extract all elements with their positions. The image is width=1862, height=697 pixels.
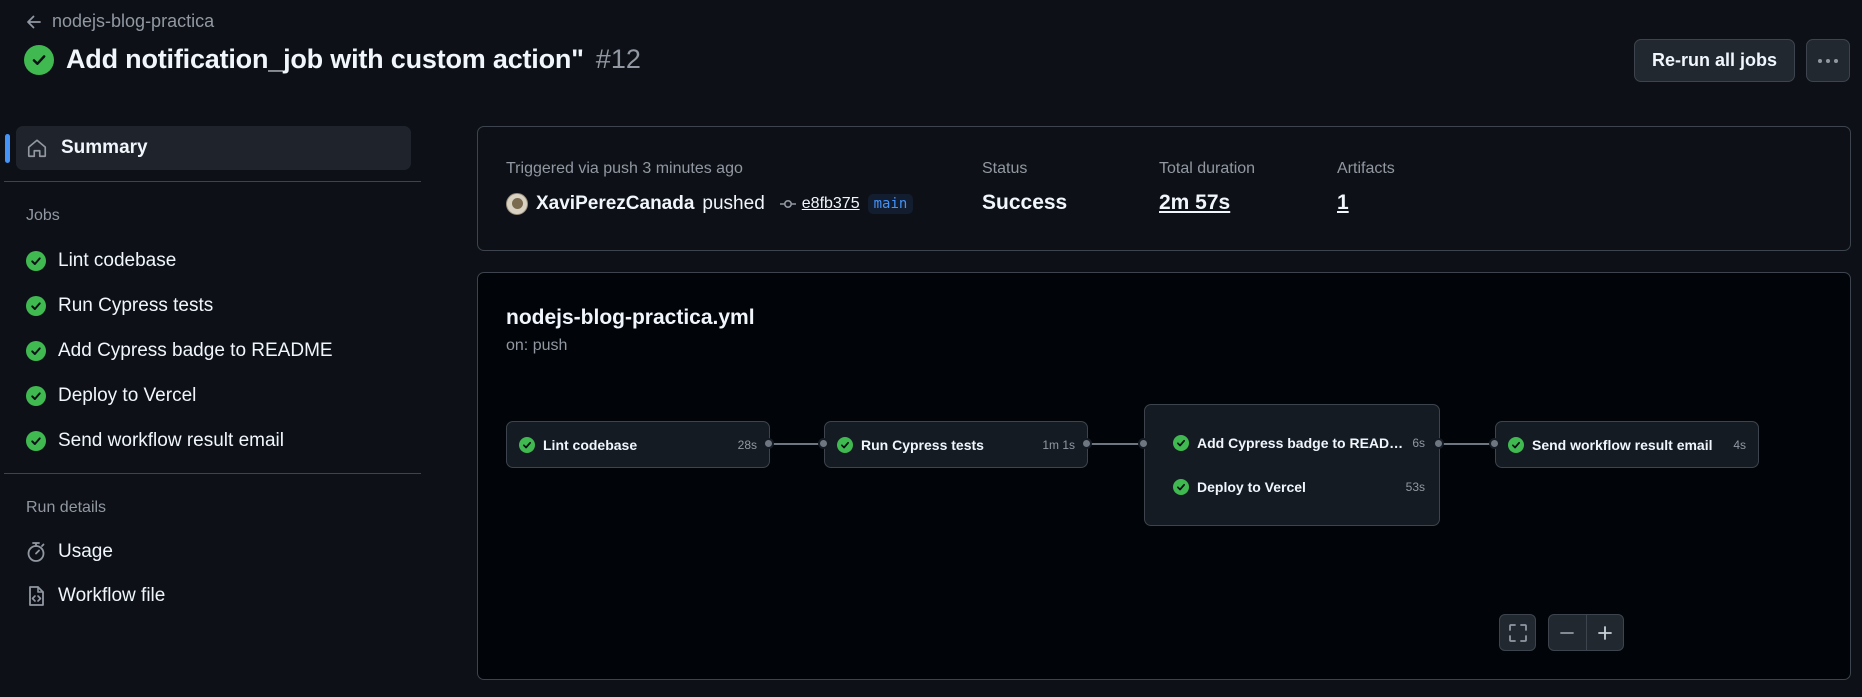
connector-dot	[1138, 438, 1149, 449]
workflow-name: nodejs-blog-practica.yml	[506, 306, 755, 329]
branch-badge[interactable]: main	[867, 194, 914, 214]
graph-job-duration: 28s	[737, 437, 757, 452]
actor-name[interactable]: XaviPerezCanada	[536, 193, 694, 215]
sidebar-job-email[interactable]: Send workflow result email	[26, 426, 284, 456]
active-indicator	[5, 134, 10, 163]
sidebar-job-label: Deploy to Vercel	[58, 385, 197, 406]
sidebar-job-cypress[interactable]: Run Cypress tests	[26, 291, 213, 321]
run-title: Add notification_job with custom action"	[66, 44, 584, 74]
sidebar-job-badge[interactable]: Add Cypress badge to README	[26, 336, 333, 366]
check-circle-icon	[1173, 435, 1189, 451]
file-code-icon	[26, 585, 46, 607]
sidebar-item-label: Workflow file	[58, 585, 166, 606]
graph-job-duration: 1m 1s	[1042, 437, 1075, 452]
status-label: Status	[982, 160, 1028, 177]
sidebar-item-summary[interactable]: Summary	[16, 126, 411, 170]
back-link[interactable]: nodejs-blog-practica	[26, 11, 214, 32]
avatar[interactable]	[506, 193, 528, 215]
graph-job-label: Deploy to Vercel	[1197, 479, 1306, 495]
jobs-heading: Jobs	[26, 207, 60, 224]
workflow-graph-card: nodejs-blog-practica.yml on: push Lint c…	[477, 272, 1851, 680]
sidebar-job-lint[interactable]: Lint codebase	[26, 246, 176, 276]
check-circle-icon	[1173, 479, 1189, 495]
back-link-label: nodejs-blog-practica	[52, 11, 215, 31]
graph-job-label: Run Cypress tests	[861, 436, 984, 453]
duration-label: Total duration	[1159, 160, 1256, 177]
zoom-out-button[interactable]	[1549, 615, 1586, 650]
plus-icon	[1597, 625, 1613, 641]
zoom-controls	[1548, 614, 1624, 651]
check-circle-icon	[1508, 436, 1524, 453]
graph-job-duration: 4s	[1733, 437, 1746, 452]
graph-job-duration: 53s	[1405, 480, 1425, 494]
connector-dot	[1081, 438, 1092, 449]
connector-dot	[1433, 438, 1444, 449]
check-circle-icon	[26, 341, 46, 361]
commit-sha: e8fb375	[801, 195, 860, 212]
sidebar-job-deploy[interactable]: Deploy to Vercel	[26, 381, 196, 411]
graph-job-email[interactable]: Send workflow result email 4s	[1495, 421, 1759, 468]
graph-job-group: Add Cypress badge to README 6s Deploy to…	[1144, 404, 1440, 526]
action-text: pushed	[702, 193, 765, 214]
graph-job-deploy[interactable]: Deploy to Vercel 53s	[1173, 479, 1425, 495]
kebab-horizontal-icon	[1817, 58, 1839, 64]
check-circle-icon	[26, 251, 46, 271]
graph-job-label: Send workflow result email	[1532, 436, 1713, 453]
sidebar-item-workflow-file[interactable]: Workflow file	[26, 581, 165, 611]
check-circle-icon	[26, 386, 46, 406]
graph-job-cypress[interactable]: Run Cypress tests 1m 1s	[824, 421, 1088, 468]
more-options-button[interactable]	[1806, 39, 1850, 82]
connector-dot	[818, 438, 829, 449]
graph-job-lint[interactable]: Lint codebase 28s	[506, 421, 770, 468]
graph-connector	[1437, 443, 1497, 445]
trigger-details: XaviPerezCanada pushed e8fb375 main	[506, 193, 914, 215]
artifacts-count[interactable]: 1	[1337, 191, 1349, 215]
screen-full-icon	[1508, 623, 1528, 643]
sidebar-item-usage[interactable]: Usage	[26, 537, 113, 567]
run-details-heading: Run details	[26, 499, 107, 516]
git-commit-icon	[779, 199, 797, 209]
home-icon	[26, 137, 48, 159]
sidebar-job-label: Send workflow result email	[58, 430, 284, 451]
page-title: Add notification_job with custom action"…	[24, 44, 641, 75]
check-circle-icon	[837, 436, 853, 453]
artifacts-label: Artifacts	[1337, 160, 1395, 177]
sidebar-item-label: Usage	[58, 541, 113, 562]
fullscreen-button[interactable]	[1499, 614, 1536, 651]
sidebar-job-label: Run Cypress tests	[58, 295, 214, 316]
minus-icon	[1559, 625, 1575, 641]
zoom-in-button[interactable]	[1585, 615, 1624, 650]
rerun-all-jobs-button[interactable]: Re-run all jobs	[1634, 39, 1795, 82]
arrow-left-icon	[26, 14, 42, 30]
run-summary-card: Triggered via push 3 minutes ago XaviPer…	[477, 126, 1851, 251]
trigger-text: Triggered via push 3 minutes ago	[506, 160, 743, 177]
check-circle-icon	[24, 44, 54, 75]
graph-job-duration: 6s	[1412, 436, 1425, 450]
graph-job-label: Lint codebase	[543, 436, 638, 453]
commit-link[interactable]: e8fb375	[779, 195, 860, 213]
graph-job-label: Add Cypress badge to README	[1197, 435, 1405, 451]
divider	[4, 181, 421, 182]
duration-value[interactable]: 2m 57s	[1159, 191, 1230, 215]
divider	[4, 473, 421, 474]
run-number: #12	[595, 44, 641, 74]
graph-job-badge[interactable]: Add Cypress badge to README 6s	[1173, 435, 1425, 451]
stopwatch-icon	[26, 541, 46, 563]
status-value: Success	[982, 191, 1068, 214]
sidebar-job-label: Add Cypress badge to README	[58, 340, 333, 361]
sidebar-job-label: Lint codebase	[58, 250, 177, 271]
sidebar-item-label: Summary	[61, 137, 148, 158]
check-circle-icon	[26, 431, 46, 451]
connector-dot	[1489, 438, 1500, 449]
workflow-trigger: on: push	[506, 337, 568, 354]
check-circle-icon	[26, 296, 46, 316]
connector-dot	[763, 438, 774, 449]
check-circle-icon	[519, 436, 535, 453]
